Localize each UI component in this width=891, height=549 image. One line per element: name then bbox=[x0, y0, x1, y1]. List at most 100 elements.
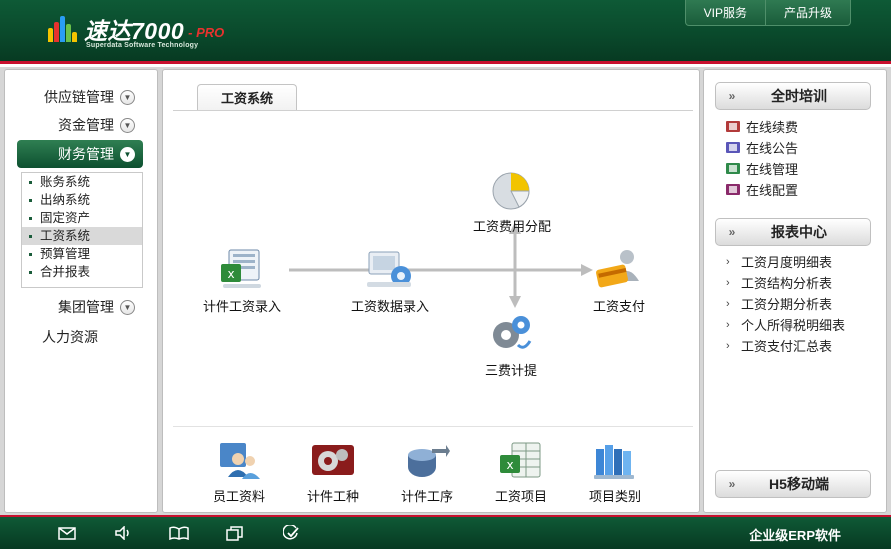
flow-label: 三费计提 bbox=[485, 363, 538, 378]
bottom-label: 员工资料 bbox=[213, 489, 266, 504]
list-item-label: 在线配置 bbox=[746, 183, 799, 198]
submenu-item-cashier[interactable]: 出纳系统 bbox=[22, 191, 142, 209]
three-fee-accrual[interactable]: 三费计提 bbox=[485, 310, 537, 379]
logo-mark-icon bbox=[48, 16, 80, 42]
list-item-online-config[interactable]: 在线配置 bbox=[726, 179, 798, 200]
wage-cost-allocation[interactable]: 工资费用分配 bbox=[473, 166, 551, 235]
speaker-icon[interactable] bbox=[112, 524, 134, 542]
data-entry-icon bbox=[365, 246, 415, 292]
submenu-item-fixed-assets[interactable]: 固定资产 bbox=[22, 209, 142, 227]
bottom-label: 工资项目 bbox=[495, 489, 548, 504]
flow-label: 工资费用分配 bbox=[473, 219, 552, 234]
book-open-icon[interactable] bbox=[168, 524, 190, 542]
submenu-item-payroll[interactable]: 工资系统 bbox=[22, 227, 142, 245]
sidebar-item-supply-chain[interactable]: 供应链管理 ▼ bbox=[5, 84, 159, 110]
chevron-right-icon: › bbox=[726, 297, 730, 310]
training-list: 在线续费 在线公告 在线管理 在线配置 bbox=[726, 116, 798, 200]
list-item-label: 工资支付汇总表 bbox=[741, 339, 833, 354]
sidebar-item-label: 资金管理 bbox=[58, 117, 114, 133]
training-title: 全时培训 bbox=[771, 88, 827, 104]
app-footer: 企业级ERP软件 bbox=[0, 515, 891, 549]
item-categories[interactable]: 项目类别 bbox=[589, 440, 641, 505]
submenu-item-consolidated[interactable]: 合并报表 bbox=[22, 263, 142, 281]
footer-tagline: 企业级ERP软件 bbox=[749, 528, 841, 543]
bottom-label: 计件工序 bbox=[401, 489, 454, 504]
chevron-down-icon: ▼ bbox=[120, 89, 135, 105]
double-chevron-icon: » bbox=[728, 225, 736, 239]
list-item-report[interactable]: › 工资月度明细表 bbox=[726, 251, 845, 272]
bottom-label: 项目类别 bbox=[589, 489, 642, 504]
product-upgrade-button[interactable]: 产品升级 bbox=[765, 0, 851, 26]
list-item-report[interactable]: › 个人所得税明细表 bbox=[726, 314, 845, 335]
chevron-right-icon: › bbox=[726, 255, 730, 268]
vip-service-button[interactable]: VIP服务 bbox=[684, 0, 766, 26]
finance-submenu: 账务系统 出纳系统 固定资产 工资系统 预算管理 合并报表 bbox=[21, 172, 143, 288]
svg-text:x: x bbox=[506, 458, 513, 472]
sidebar-item-hr[interactable]: 人力资源 bbox=[5, 324, 159, 350]
book-icon bbox=[726, 142, 740, 153]
spreadsheet-icon: x bbox=[497, 440, 545, 482]
logo: 速达7000 - PRO bbox=[48, 12, 224, 46]
sidebar-item-label: 集团管理 bbox=[58, 299, 114, 315]
chevron-right-icon: › bbox=[726, 318, 730, 331]
list-item-label: 在线续费 bbox=[746, 120, 799, 135]
piece-work-type[interactable]: 计件工种 bbox=[307, 440, 359, 505]
logo-text: 速达7000 bbox=[84, 18, 185, 44]
list-item-online-notice[interactable]: 在线公告 bbox=[726, 137, 798, 158]
list-item-report[interactable]: › 工资分期分析表 bbox=[726, 293, 845, 314]
reports-title: 报表中心 bbox=[771, 224, 827, 240]
svg-text:x: x bbox=[227, 267, 234, 281]
mail-icon[interactable] bbox=[56, 524, 78, 542]
check-circle-icon[interactable] bbox=[280, 524, 302, 542]
list-item-online-manage[interactable]: 在线管理 bbox=[726, 158, 798, 179]
list-item-label: 在线公告 bbox=[746, 141, 799, 156]
employee-info[interactable]: 员工资料 bbox=[213, 440, 265, 505]
list-item-report[interactable]: › 工资支付汇总表 bbox=[726, 335, 845, 356]
gears-icon bbox=[486, 310, 536, 356]
main-frame: 供应链管理 ▼ 资金管理 ▼ 财务管理 ▼ 账务系统 出纳系统 固定资产 工资系… bbox=[0, 67, 891, 515]
list-item-report[interactable]: › 工资结构分析表 bbox=[726, 272, 845, 293]
sidebar-item-label: 人力资源 bbox=[42, 329, 98, 345]
documents-icon[interactable] bbox=[224, 524, 246, 542]
list-item-online-renew[interactable]: 在线续费 bbox=[726, 116, 798, 137]
wage-payment[interactable]: 工资支付 bbox=[593, 246, 645, 315]
double-chevron-icon: » bbox=[728, 477, 736, 491]
mobile-header[interactable]: » H5移动端 bbox=[715, 470, 871, 498]
wage-items[interactable]: x 工资项目 bbox=[495, 440, 547, 505]
chevron-right-icon: › bbox=[726, 339, 730, 352]
logo-subtitle: Superdata Software Technology bbox=[86, 42, 199, 49]
wage-data-entry[interactable]: 工资数据录入 bbox=[351, 246, 429, 315]
list-item-label: 在线管理 bbox=[746, 162, 799, 177]
sidebar-item-label: 供应链管理 bbox=[44, 89, 114, 105]
sidebar-item-funds[interactable]: 资金管理 ▼ bbox=[5, 112, 159, 138]
bottom-label: 计件工种 bbox=[307, 489, 360, 504]
process-cylinder-icon bbox=[403, 440, 451, 482]
chevron-down-icon: ▼ bbox=[120, 299, 135, 315]
flow-label: 工资支付 bbox=[593, 299, 646, 314]
training-header[interactable]: » 全时培训 bbox=[715, 82, 871, 110]
payment-card-icon bbox=[594, 246, 644, 292]
mobile-title: H5移动端 bbox=[769, 476, 829, 492]
sidebar-item-finance[interactable]: 财务管理 ▼ bbox=[17, 140, 143, 168]
list-item-label: 工资分期分析表 bbox=[741, 297, 833, 312]
pie-chart-icon bbox=[487, 166, 537, 212]
top-buttons: VIP服务 产品升级 bbox=[684, 0, 851, 26]
chevron-right-icon: › bbox=[726, 276, 730, 289]
book-icon bbox=[726, 184, 740, 195]
app-header: 速达7000 - PRO Superdata Software Technolo… bbox=[0, 0, 891, 64]
piece-wage-entry[interactable]: x 计件工资录入 bbox=[203, 246, 281, 315]
reports-header[interactable]: » 报表中心 bbox=[715, 218, 871, 246]
sidebar-item-label: 财务管理 bbox=[58, 146, 114, 162]
submenu-item-budget[interactable]: 预算管理 bbox=[22, 245, 142, 263]
books-icon bbox=[591, 440, 639, 482]
chevron-down-icon: ▼ bbox=[120, 146, 135, 162]
chevron-down-icon: ▼ bbox=[120, 117, 135, 133]
piece-work-process[interactable]: 计件工序 bbox=[401, 440, 453, 505]
right-panel: » 全时培训 在线续费 在线公告 在线管理 在线配置 » 报表中心 › 工资月度… bbox=[703, 69, 887, 513]
submenu-item-ledger[interactable]: 账务系统 bbox=[22, 173, 142, 191]
piece-entry-icon: x bbox=[217, 246, 267, 292]
section-divider bbox=[173, 426, 693, 427]
gear-red-icon bbox=[309, 440, 357, 482]
reports-list: › 工资月度明细表 › 工资结构分析表 › 工资分期分析表 › 个人所得税明细表… bbox=[726, 251, 845, 356]
sidebar-item-group[interactable]: 集团管理 ▼ bbox=[5, 294, 159, 320]
